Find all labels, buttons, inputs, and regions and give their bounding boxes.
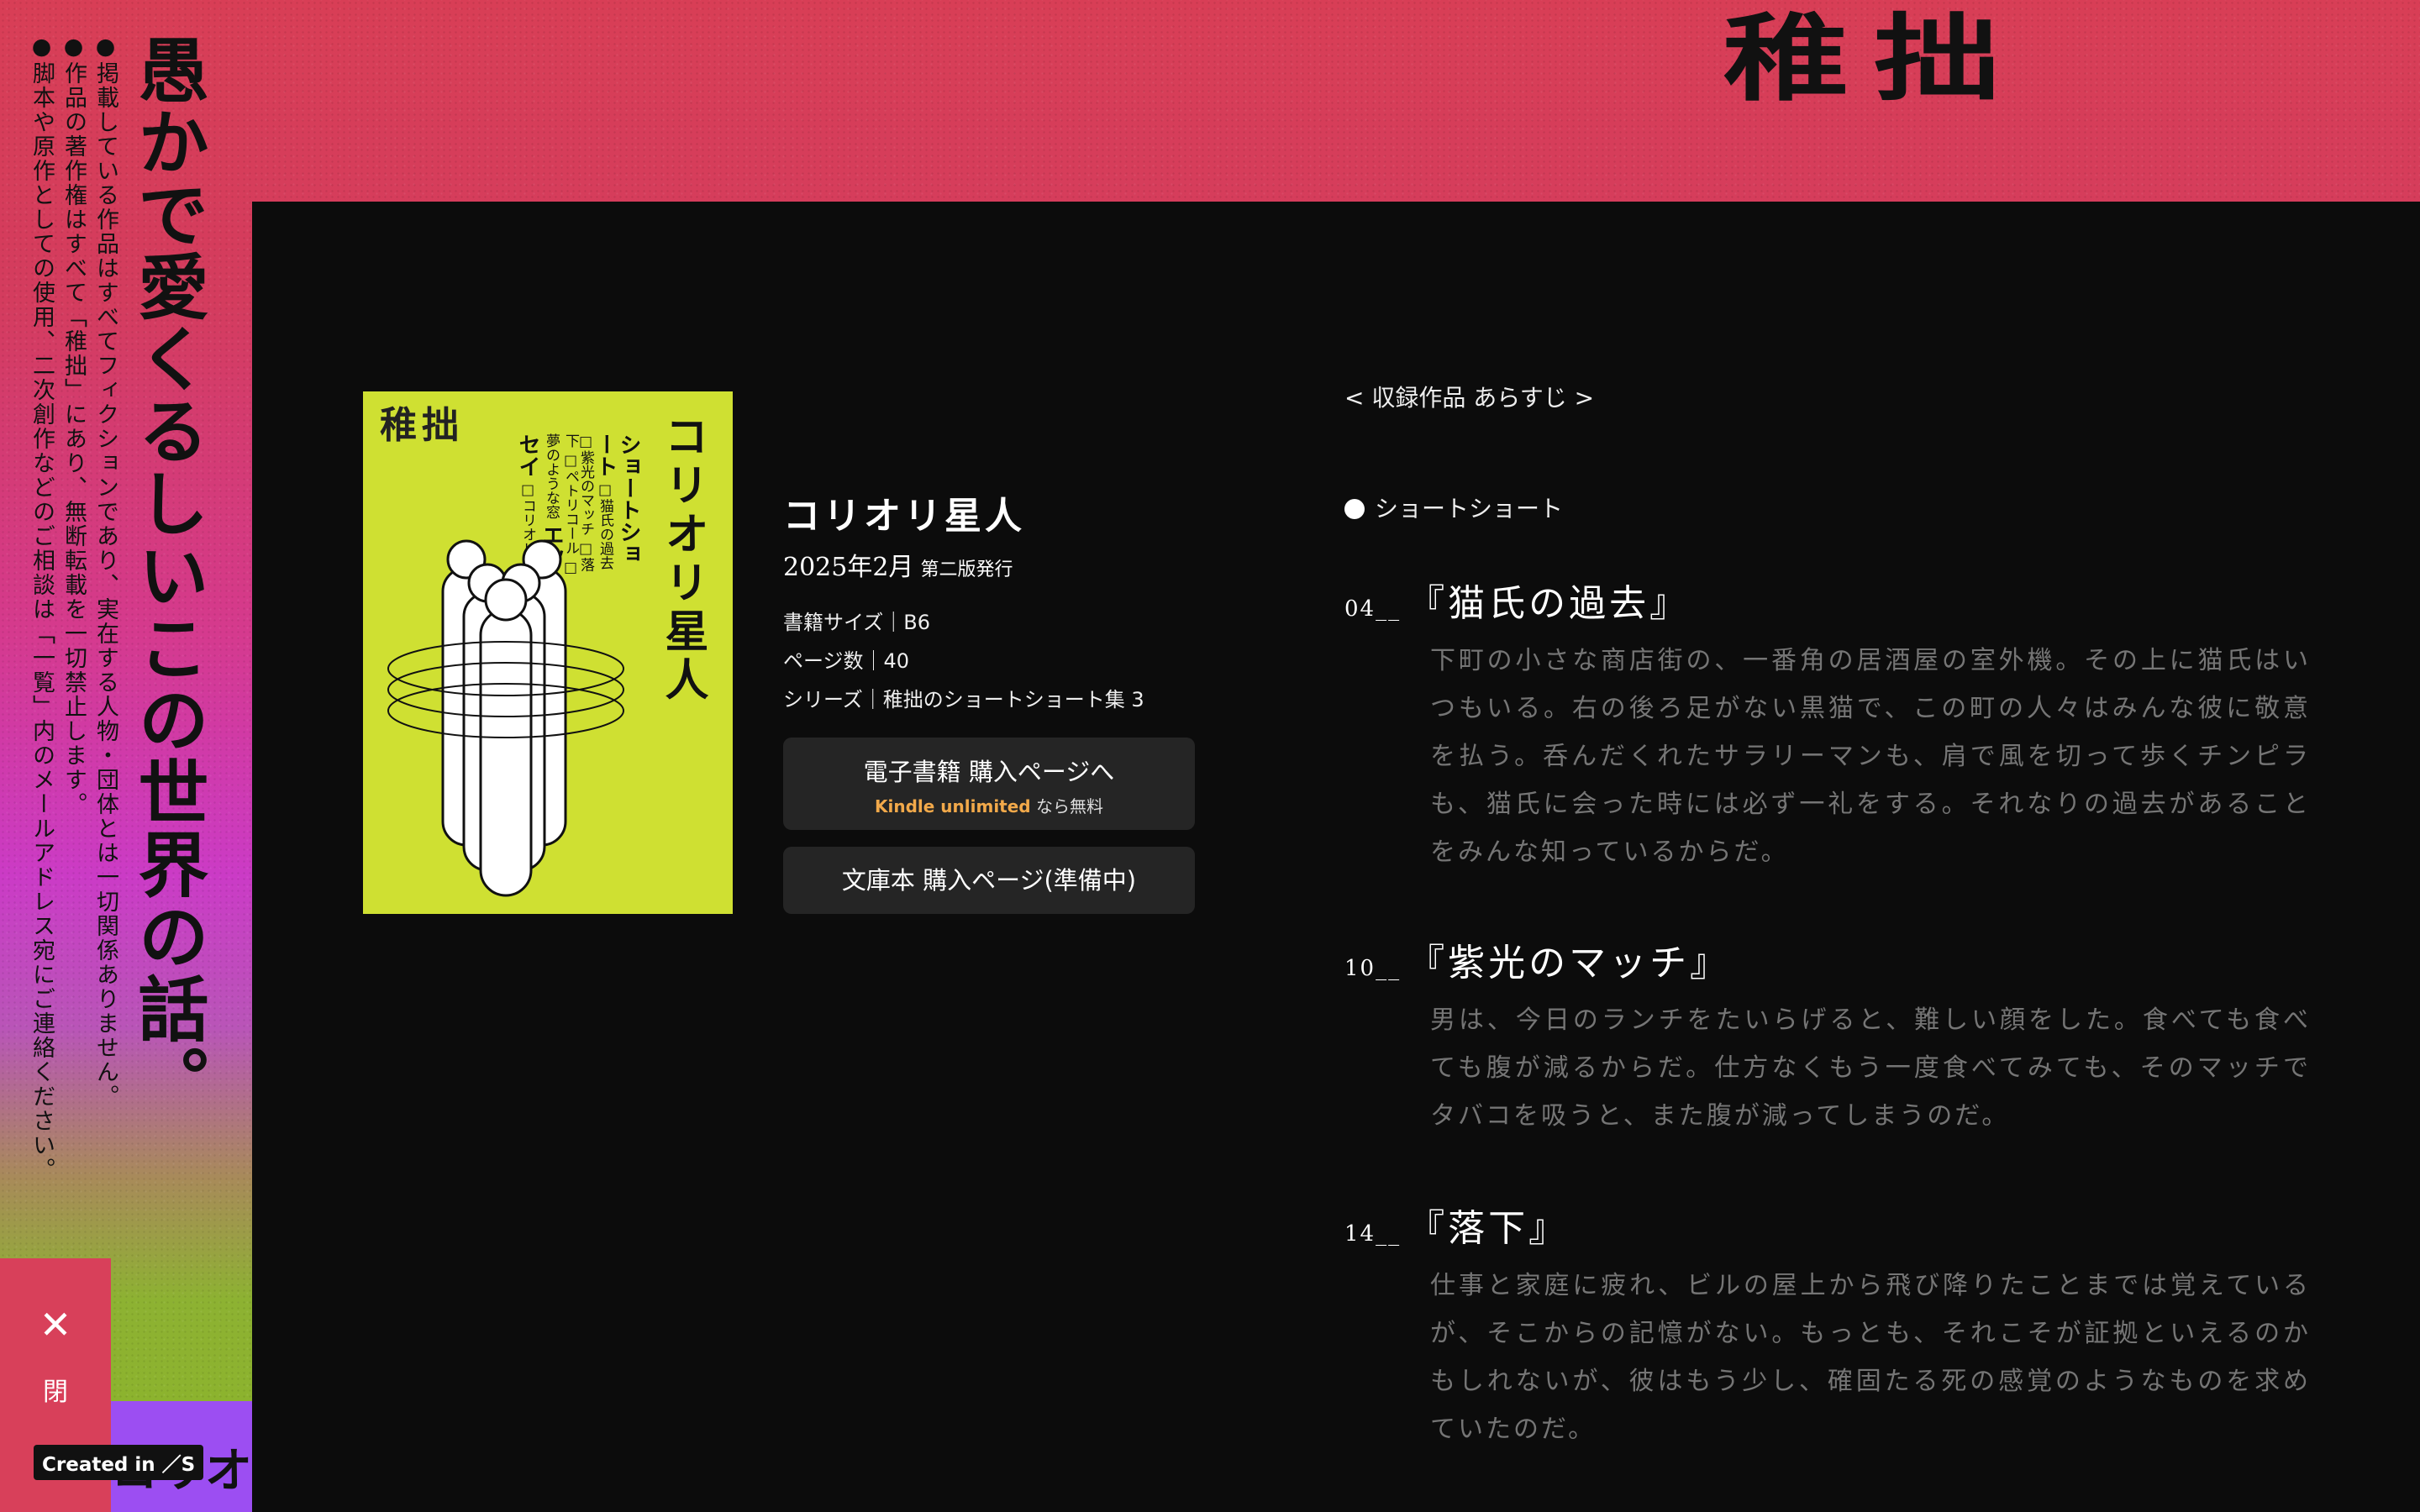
edition-label: 第二版発行 [920, 559, 1013, 580]
brand-logo[interactable]: 稚拙 [1723, 0, 2025, 119]
close-label: 閉 [43, 1378, 68, 1407]
category-label: ショートショート [1375, 495, 1564, 522]
story-title: 『猫氏の過去』 [1407, 582, 1691, 625]
notice-fiction: ●掲載している作品はすべてフィクションであり、実在する人物・団体とは一切関係あり… [92, 34, 118, 1109]
story-summary: 男は、今日のランチをたいらげると、難しい顔をした。食べても食べても腹が減るからだ… [1430, 1005, 2311, 1131]
ebook-purchase-button[interactable]: 電子書籍 購入ページへ Kindle unlimited なら無料 [783, 738, 1195, 830]
publish-date: 2025年2月 [783, 553, 914, 582]
book-size: 書籍サイズ｜B6 [783, 611, 931, 634]
story-item: 04__ 『猫氏の過去』 下町の小さな商店街の、一番角の居酒屋の室外機。その上に猫… [1344, 573, 2311, 876]
notice-copyright: ●作品の著作権はすべて「稚拙」にあり、無断転載を一切禁止します。 [60, 34, 87, 816]
book-title: コリオリ星人 [783, 495, 1025, 538]
story-summary: 仕事と家庭に疲れ、ビルの屋上から飛び降りたことまでは覚えているが、そこからの記憶… [1430, 1271, 2311, 1444]
tagline: 愚かで愛くるしいこの世界の話。 [127, 34, 209, 1117]
synopsis-category: ショートショート [1344, 491, 1563, 524]
story-item: 14__ 『落下』 仕事と家庭に疲れ、ビルの屋上から飛び降りたことまでは覚えている… [1344, 1198, 2311, 1453]
story-number: 10__ [1344, 956, 1402, 981]
notice-list: ●掲載している作品はすべてフィクションであり、実在する人物・団体とは一切関係あり… [25, 34, 121, 1182]
synopsis-heading: < 収録作品 あらすじ > [1344, 384, 1595, 412]
book-cover: 稚拙 コリオリ星人 ショートショート □猫氏の過去 □紫光のマッチ □落下 □ペ… [363, 391, 733, 914]
close-icon: ✕ [39, 1302, 72, 1347]
page-count: ページ数｜40 [783, 649, 910, 673]
story-title: 『落下』 [1407, 1207, 1570, 1250]
kindle-brand: Kindle unlimited [875, 796, 1031, 816]
kindle-suffix: なら無料 [1035, 796, 1103, 816]
story-title: 『紫光のマッチ』 [1407, 942, 1731, 984]
paperback-button-label: 文庫本 購入ページ(準備中) [841, 866, 1137, 895]
series-info: シリーズ｜稚拙のショートショート集 3 [783, 688, 1144, 711]
story-item: 10__ 『紫光のマッチ』 男は、今日のランチをたいらげると、難しい顔をした。食べ… [1344, 932, 2311, 1140]
figures-illustration [387, 539, 624, 897]
book-date: 2025年2月 第二版発行 [783, 546, 1144, 583]
notice-contact: ●脚本や原作としての使用、二次創作などのご相談は「一覧」内のメールアドレス宛にご… [29, 34, 55, 1182]
story-summary: 下町の小さな商店街の、一番角の居酒屋の室外機。その上に猫氏はいつもいる。右の後ろ… [1430, 646, 2311, 867]
story-number: 14__ [1344, 1221, 1402, 1247]
ebook-button-label: 電子書籍 購入ページへ [863, 758, 1115, 786]
book-info: コリオリ星人 2025年2月 第二版発行 書籍サイズ｜B6 ページ数｜40 シリー… [783, 486, 1144, 719]
kindle-note: Kindle unlimited なら無料 [783, 793, 1195, 817]
story-number: 04__ [1344, 596, 1402, 622]
bullet-icon [1344, 499, 1365, 519]
created-in-badge[interactable]: Created in ／S [34, 1445, 204, 1480]
paperback-purchase-button[interactable]: 文庫本 購入ページ(準備中) [783, 847, 1195, 914]
